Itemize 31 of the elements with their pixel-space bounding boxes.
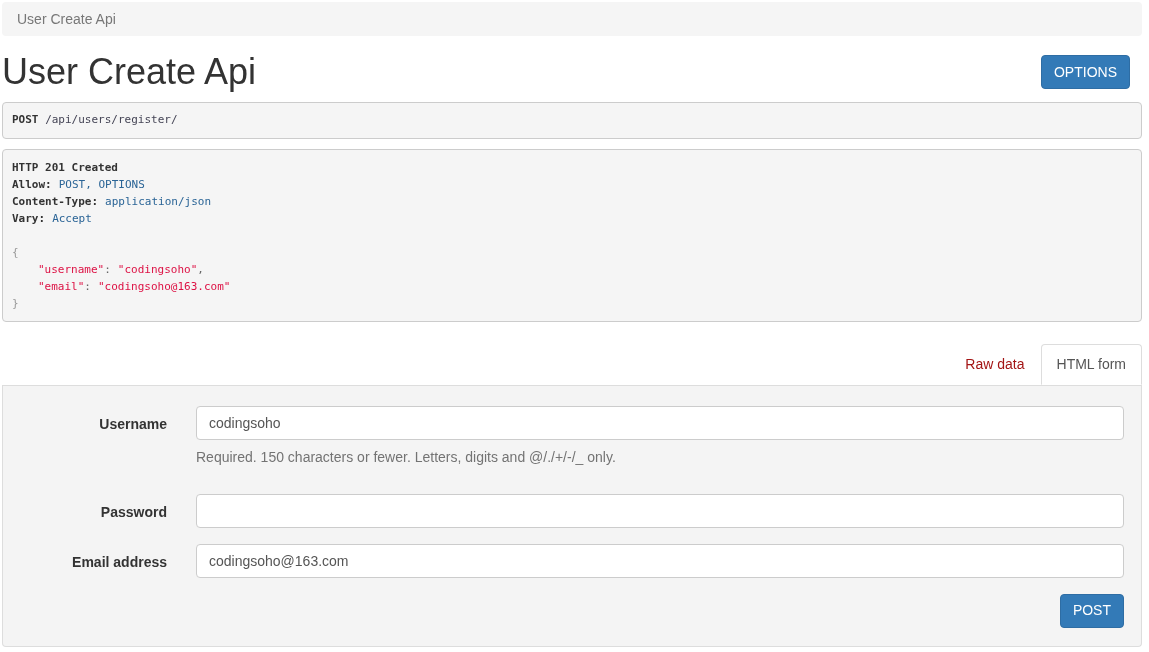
tab[interactable]: HTML form xyxy=(1040,343,1142,385)
header-value: Accept xyxy=(52,210,92,227)
json-key: "username" xyxy=(38,260,105,278)
response-status: HTTP 201 Created xyxy=(12,159,119,176)
input-field[interactable] xyxy=(196,493,1124,528)
header-name: Allow: xyxy=(12,176,52,193)
help-text: Required. 150 characters or fewer. Letters, digits and @/./+/-/_ only. xyxy=(196,447,617,467)
request-method: POST xyxy=(12,113,39,126)
header-name: Vary: xyxy=(12,210,46,227)
field-label: Username xyxy=(98,414,168,434)
json-key: "email" xyxy=(38,277,85,295)
field-label: Password xyxy=(99,502,168,522)
json-brace: } xyxy=(12,295,19,312)
json-colon: : xyxy=(104,261,111,278)
post-button[interactable]: POST xyxy=(1059,593,1124,628)
json-brace: { xyxy=(12,244,19,261)
breadcrumb-item[interactable]: User Create Api xyxy=(17,8,116,30)
page-title: User Create Api xyxy=(2,50,257,94)
field-label: Email address xyxy=(71,552,168,572)
json-colon: : xyxy=(84,278,91,295)
options-button[interactable]: OPTIONS xyxy=(1041,55,1130,89)
header-value: POST, OPTIONS xyxy=(58,176,145,193)
json-comma: , xyxy=(197,261,204,278)
input-field[interactable]: codingsoho xyxy=(196,405,1124,440)
input-field[interactable]: codingsoho@163.com xyxy=(196,543,1124,578)
header-value: application/json xyxy=(105,193,212,210)
request-path: /api/users/register/ xyxy=(45,113,178,126)
json-value: "codingsoho@163.com" xyxy=(98,278,231,295)
header-name: Content-Type: xyxy=(12,193,99,210)
json-value: "codingsoho" xyxy=(117,261,198,278)
tab[interactable]: Raw data xyxy=(949,343,1041,385)
